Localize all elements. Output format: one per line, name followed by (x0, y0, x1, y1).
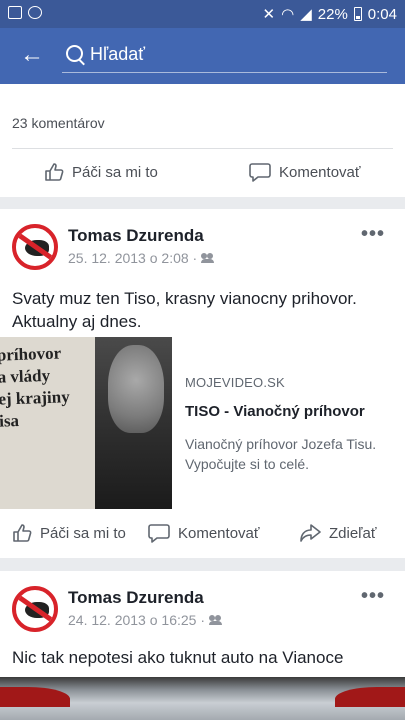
gallery-notification-icon (8, 6, 22, 19)
search-icon (66, 45, 83, 62)
comment-label: Komentovať (178, 524, 260, 542)
car-taillight (0, 687, 70, 707)
post-timestamp[interactable]: 24. 12. 2013 o 16:25 · (68, 612, 223, 628)
more-options-icon[interactable]: ••• (361, 223, 385, 246)
author-name[interactable]: Tomas Dzurenda (68, 588, 204, 608)
friends-audience-icon (201, 253, 215, 263)
previous-post-text-tail (0, 84, 405, 92)
post-header: Tomas Dzurenda 25. 12. 2013 o 2:08 · (12, 224, 393, 274)
search-input[interactable] (90, 43, 370, 65)
link-description: Vianočný príhovor Jozefa Tisu. Vypočujte… (185, 436, 377, 472)
avatar[interactable] (12, 586, 58, 632)
wifi-icon: ◠ (281, 6, 295, 23)
friends-audience-icon (209, 615, 223, 625)
author-name[interactable]: Tomas Dzurenda (68, 226, 204, 246)
signal-icon: ◢ (300, 6, 312, 23)
post-card: Tomas Dzurenda 25. 12. 2013 o 2:08 · •••… (0, 209, 405, 558)
messenger-notification-icon (28, 6, 42, 19)
post-photo[interactable] (0, 677, 405, 720)
app-bar: ← (0, 28, 405, 84)
post-header: Tomas Dzurenda 24. 12. 2013 o 16:25 · (12, 586, 393, 636)
divider (12, 148, 393, 149)
status-bar: ✕ ◠ ◢ 22% 0:04 (0, 0, 405, 28)
share-button[interactable]: Zdieľať (299, 523, 377, 543)
share-label: Zdieľať (329, 524, 377, 542)
comments-count[interactable]: 23 komentárov (12, 115, 105, 131)
link-source: MOJEVIDEO.SK (185, 375, 285, 390)
status-indicators: ✕ ◠ ◢ 22% 0:04 (262, 5, 397, 24)
post-timestamp[interactable]: 25. 12. 2013 o 2:08 · (68, 250, 215, 266)
like-label: Páči sa mi to (40, 524, 126, 542)
thumbs-up-icon (45, 163, 64, 181)
share-icon (300, 524, 321, 542)
like-button[interactable]: Páči sa mi to (12, 523, 126, 543)
like-label: Páči sa mi to (72, 163, 158, 181)
back-arrow-icon[interactable]: ← (20, 42, 44, 68)
search-bar[interactable] (62, 38, 387, 73)
like-button[interactable]: Páči sa mi to (44, 162, 158, 182)
post-date: 25. 12. 2013 o 2:08 · (68, 250, 198, 266)
comment-button[interactable]: Komentovať (249, 162, 361, 182)
battery-percent: 22% (317, 5, 348, 23)
clock: 0:04 (367, 5, 397, 23)
link-preview[interactable]: príhovor a vlády ej krajiny isa MOJEVIDE… (0, 337, 405, 509)
post-text: Nic tak nepotesi ako tuknut auto na Vian… (12, 648, 344, 667)
previous-post-card: 23 komentárov Páči sa mi to Komentovať (0, 84, 405, 197)
thumbnail-caption: príhovor a vlády ej krajiny isa (0, 343, 70, 431)
mute-icon: ✕ (262, 6, 276, 23)
link-thumbnail: príhovor a vlády ej krajiny isa (0, 337, 172, 509)
thumbs-up-icon (13, 524, 32, 542)
status-notifications (8, 6, 42, 19)
car-taillight (335, 687, 405, 707)
battery-icon (353, 7, 362, 21)
post-text: Svaty muz ten Tiso, krasny vianocny prih… (12, 289, 357, 331)
avatar[interactable] (12, 224, 58, 270)
comment-icon (148, 524, 170, 543)
link-title: TISO - Vianočný príhovor (185, 403, 365, 420)
more-options-icon[interactable]: ••• (361, 585, 385, 608)
comment-icon (249, 163, 271, 182)
post-date: 24. 12. 2013 o 16:25 · (68, 612, 205, 628)
comment-label: Komentovať (279, 163, 361, 181)
comment-button[interactable]: Komentovať (148, 523, 260, 543)
thumbnail-portrait (108, 345, 164, 433)
